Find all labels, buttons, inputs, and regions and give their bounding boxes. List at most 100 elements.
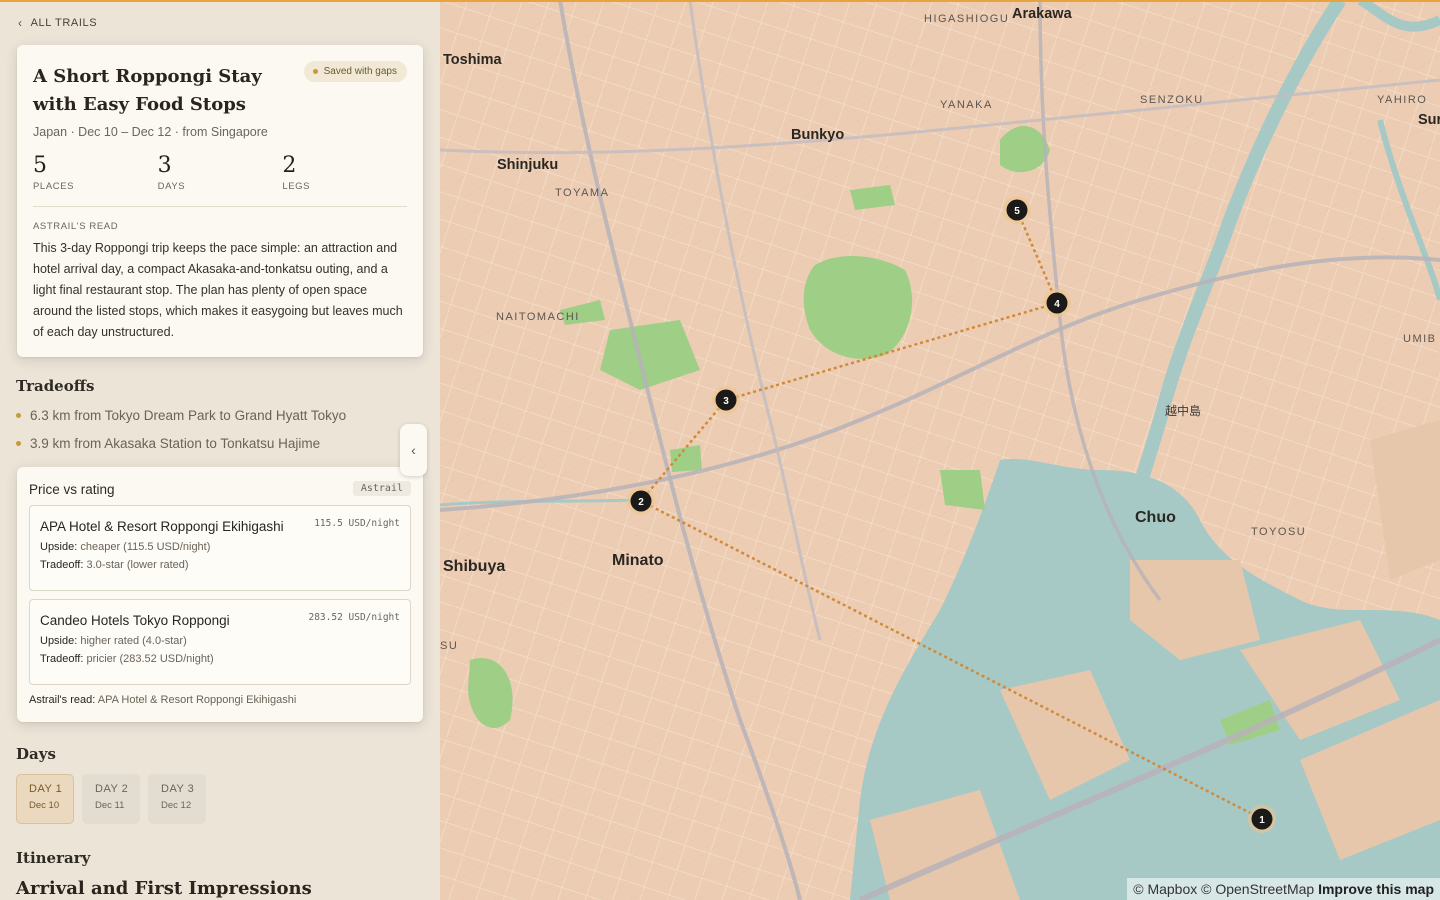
day-label: DAY 1 xyxy=(29,783,63,795)
map-canvas[interactable]: HIGASHIOGU Arakawa Toshima YANAKA SENZOK… xyxy=(440,0,1440,900)
astrail-read-text: This 3-day Roppongi trip keeps the pace … xyxy=(33,241,403,339)
status-dot-icon xyxy=(312,69,318,74)
improve-map-link[interactable]: Improve this map xyxy=(1318,881,1434,897)
map-label: HIGASHIOGU xyxy=(924,13,1009,25)
tradeoff-item: 6.3 km from Tokyo Dream Park to Grand Hy… xyxy=(16,408,346,423)
mapbox-credit-link[interactable]: © Mapbox xyxy=(1133,881,1197,897)
all-trails-link[interactable]: ‹ ALL TRAILS xyxy=(18,16,97,30)
tradeoffs-heading: Tradeoffs xyxy=(16,377,95,395)
hotel-tradeoff: Tradeoff: pricier (283.52 USD/night) xyxy=(40,653,400,665)
chevron-left-icon: ‹ xyxy=(411,442,416,458)
day-date: Dec 11 xyxy=(95,800,125,811)
divider xyxy=(33,206,407,207)
price-vs-rating-card: Price vs rating Astrail APA Hotel & Reso… xyxy=(17,467,423,722)
stat-label: DAYS xyxy=(157,181,186,192)
day-date: Dec 10 xyxy=(29,800,60,811)
map-label: YAHIRO xyxy=(1377,94,1427,106)
all-trails-label: ALL TRAILS xyxy=(30,17,98,29)
map-label: SENZOKU xyxy=(1140,94,1204,106)
status-badge-label: Saved with gaps xyxy=(323,66,397,77)
stat-days: 3 DAYS xyxy=(158,153,283,192)
price-vs-rating-verdict: Astrail's read: APA Hotel & Resort Roppo… xyxy=(29,694,411,706)
price-vs-rating-header: Price vs rating Astrail xyxy=(29,479,411,497)
stat-label: PLACES xyxy=(33,181,75,192)
marker-3[interactable]: 3 xyxy=(712,386,740,414)
trip-sidebar: ‹ ALL TRAILS A Short Roppongi Stay with … xyxy=(0,0,440,900)
tradeoff-text: 3.9 km from Akasaka Station to Tonkatsu … xyxy=(30,436,321,451)
tradeoff-value: 3.0-star (lower rated) xyxy=(86,559,189,571)
marker-number: 1 xyxy=(1259,815,1265,826)
stat-value: 2 xyxy=(282,153,297,178)
map-label: Bunkyo xyxy=(791,127,844,143)
map-label: SU xyxy=(440,640,458,652)
bullet-dot-icon xyxy=(16,441,21,446)
hotel-option-card[interactable]: APA Hotel & Resort Roppongi Ekihigashi 1… xyxy=(29,505,411,591)
astrail-read-label: ASTRAIL'S READ xyxy=(33,221,119,232)
map-label: Sur xyxy=(1418,112,1440,128)
marker-4[interactable]: 4 xyxy=(1043,289,1071,317)
hotel-upside: Upside: higher rated (4.0-star) xyxy=(40,635,400,647)
marker-1[interactable]: 1 xyxy=(1248,805,1276,833)
verdict-label: Astrail's read: xyxy=(29,694,96,706)
stat-value: 3 xyxy=(157,153,172,178)
collapse-panel-button[interactable]: ‹ xyxy=(400,424,427,476)
stat-places: 5 PLACES xyxy=(33,153,158,192)
tab-day-3[interactable]: DAY 3 Dec 12 xyxy=(148,774,206,824)
marker-number: 5 xyxy=(1014,206,1020,217)
stat-label: LEGS xyxy=(282,181,311,192)
map-label: Toshima xyxy=(443,52,502,68)
map-label: Chuo xyxy=(1135,509,1176,526)
stat-legs: 2 LEGS xyxy=(282,153,407,192)
day-date: Dec 12 xyxy=(161,800,192,811)
tab-day-1[interactable]: DAY 1 Dec 10 xyxy=(16,774,74,824)
trip-summary-card: A Short Roppongi Stay with Easy Food Sto… xyxy=(17,45,423,357)
tradeoff-value: pricier (283.52 USD/night) xyxy=(86,653,214,665)
map-label: TOYOSU xyxy=(1251,526,1306,538)
osm-credit-link[interactable]: © OpenStreetMap xyxy=(1201,881,1314,897)
day-label: DAY 3 xyxy=(161,783,195,795)
day-label: DAY 2 xyxy=(95,783,129,795)
days-heading: Days xyxy=(16,745,56,763)
hotel-option-card[interactable]: Candeo Hotels Tokyo Roppongi 283.52 USD/… xyxy=(29,599,411,685)
hotel-price: 283.52 USD/night xyxy=(308,612,400,623)
tradeoff-text: 6.3 km from Tokyo Dream Park to Grand Hy… xyxy=(30,408,347,423)
trip-stats: 5 PLACES 3 DAYS 2 LEGS xyxy=(33,153,407,192)
map-label: 越中島 xyxy=(1165,403,1201,418)
trip-subline: Japan · Dec 10 – Dec 12 · from Singapore xyxy=(33,125,268,139)
upside-value: higher rated (4.0-star) xyxy=(80,635,187,647)
map-label: YANAKA xyxy=(940,99,993,111)
stat-value: 5 xyxy=(33,153,47,178)
map-label: Shinjuku xyxy=(497,157,558,173)
price-vs-rating-title: Price vs rating xyxy=(29,482,115,497)
marker-number: 4 xyxy=(1054,299,1060,310)
itinerary-day-title: Arrival and First Impressions xyxy=(16,878,312,899)
map-attribution: © Mapbox © OpenStreetMap Improve this ma… xyxy=(1127,878,1440,900)
hotel-tradeoff: Tradeoff: 3.0-star (lower rated) xyxy=(40,559,400,571)
itinerary-heading: Itinerary xyxy=(16,849,91,867)
tab-day-2[interactable]: DAY 2 Dec 11 xyxy=(82,774,140,824)
map-label: TOYAMA xyxy=(555,187,609,199)
trip-title: A Short Roppongi Stay with Easy Food Sto… xyxy=(33,66,262,115)
map-label: UMIB xyxy=(1403,333,1437,345)
marker-number: 2 xyxy=(638,497,644,508)
hotel-upside: Upside: cheaper (115.5 USD/night) xyxy=(40,541,400,553)
verdict-value: APA Hotel & Resort Roppongi Ekihigashi xyxy=(97,694,297,706)
tradeoff-label: Tradeoff: xyxy=(40,653,84,665)
map-view[interactable]: HIGASHIOGU Arakawa Toshima YANAKA SENZOK… xyxy=(440,0,1440,900)
status-badge: Saved with gaps xyxy=(303,61,407,82)
chevron-left-icon: ‹ xyxy=(18,16,23,30)
hotel-price: 115.5 USD/night xyxy=(314,518,400,529)
marker-number: 3 xyxy=(723,396,729,407)
tradeoff-item: 3.9 km from Akasaka Station to Tonkatsu … xyxy=(16,436,320,451)
tradeoff-label: Tradeoff: xyxy=(40,559,84,571)
day-tabs: DAY 1 Dec 10 DAY 2 Dec 11 DAY 3 Dec 12 xyxy=(16,774,206,824)
map-label: Minato xyxy=(612,552,664,569)
map-label: Arakawa xyxy=(1012,6,1073,22)
marker-5[interactable]: 5 xyxy=(1003,196,1031,224)
bullet-dot-icon xyxy=(16,413,21,418)
marker-2[interactable]: 2 xyxy=(627,487,655,515)
park xyxy=(940,470,985,510)
map-label: Shibuya xyxy=(443,558,505,575)
upside-label: Upside: xyxy=(40,635,78,647)
top-accent-line xyxy=(0,0,1440,2)
